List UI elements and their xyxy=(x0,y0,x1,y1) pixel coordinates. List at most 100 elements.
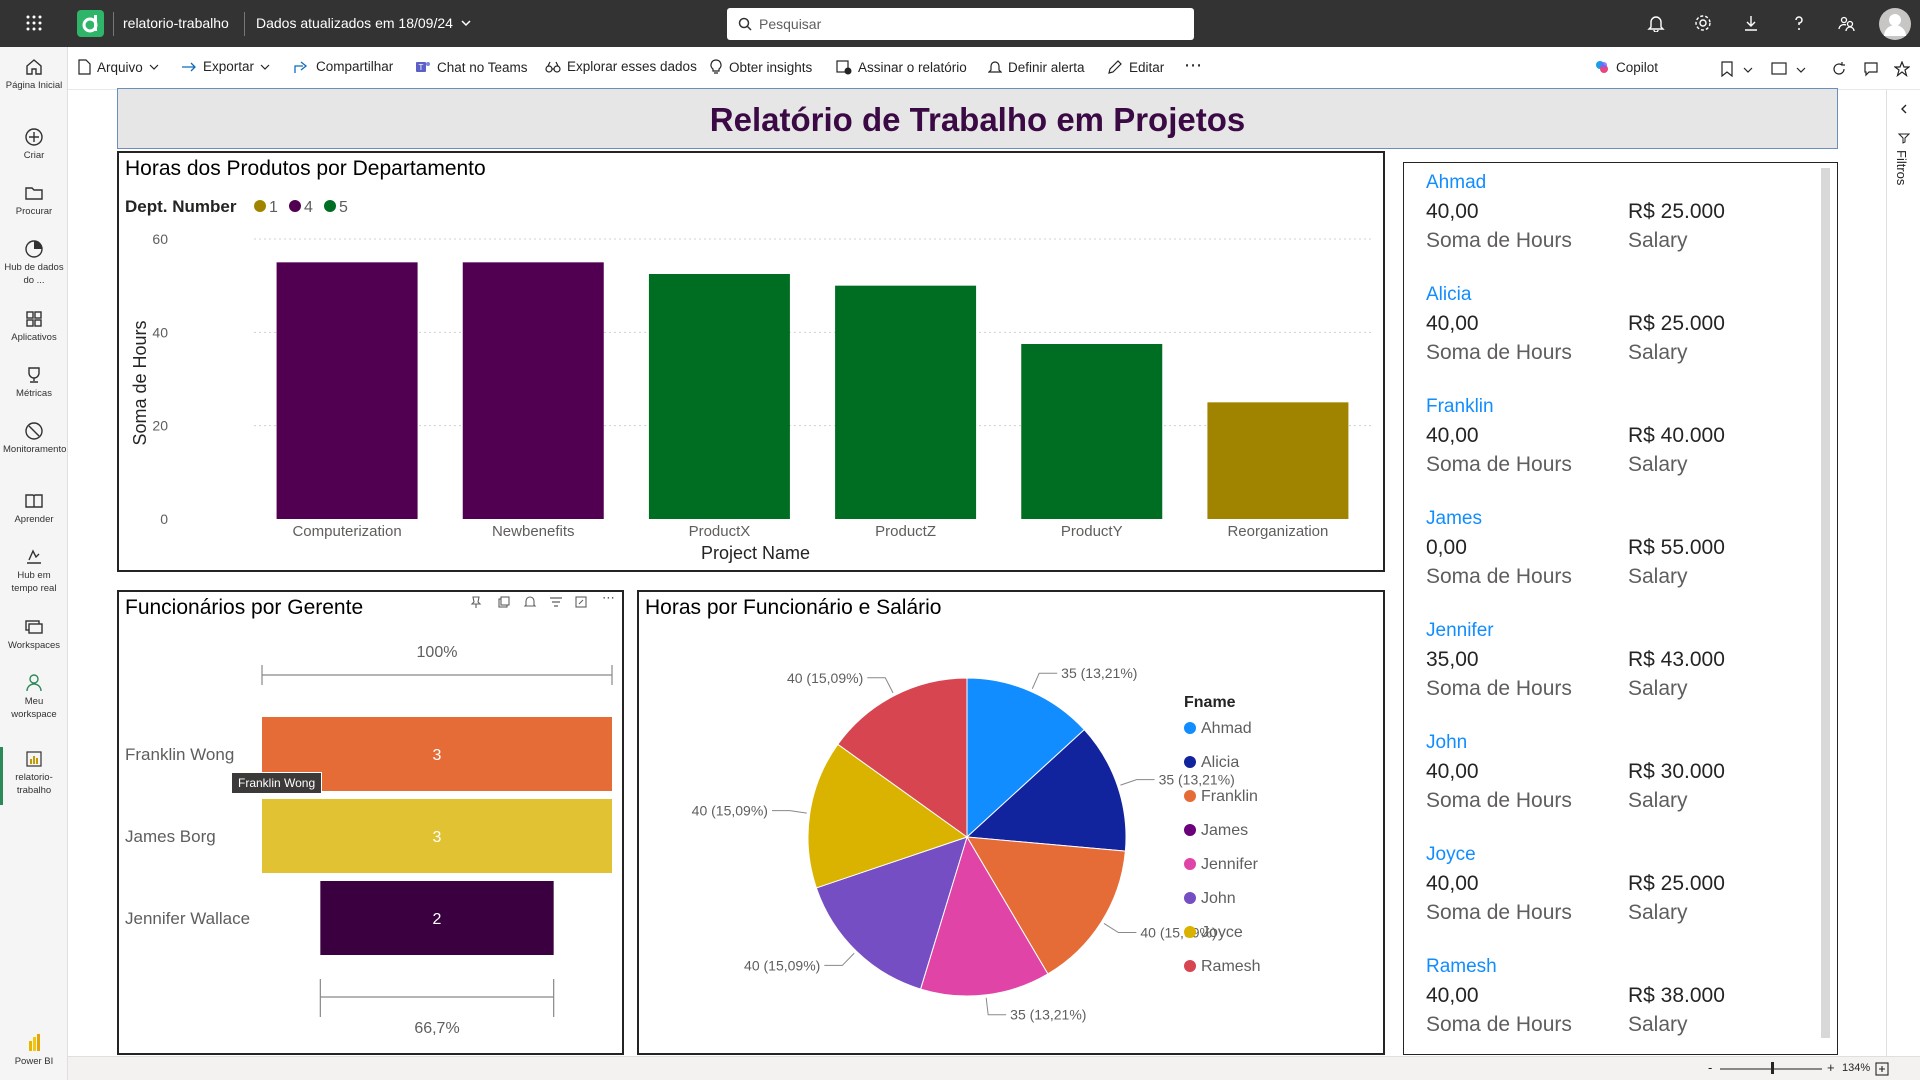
legend-marker[interactable] xyxy=(324,200,336,212)
bar-productx[interactable] xyxy=(648,274,790,519)
nav-metrics[interactable]: Métricas xyxy=(0,365,68,400)
funnel-chart-panel[interactable]: Funcionários por Gerente ⋯ 100% 3 Franklin… xyxy=(117,590,624,1055)
card-hours-label: Soma de Hours xyxy=(1426,229,1572,252)
funnel-chart[interactable]: 100% 3 Franklin Wong 3 James Borg 2 Jennifer W… xyxy=(119,592,622,1053)
employee-card[interactable]: Alicia 40,00 R$ 25.000 Soma de Hours Salary xyxy=(1404,280,1814,388)
search-input[interactable]: Pesquisar xyxy=(727,8,1194,40)
employee-card[interactable]: Ahmad 40,00 R$ 25.000 Soma de Hours Salary xyxy=(1404,168,1814,276)
pie-leader-line xyxy=(824,952,855,966)
bar-chart[interactable]: Dept. Number 1 4 5 0 20 40 60 Soma de Hours Compu… xyxy=(119,153,1383,570)
get-insights-button[interactable]: Obter insights xyxy=(709,59,812,75)
favorite-star-icon[interactable] xyxy=(1894,61,1910,77)
set-alert-button[interactable]: Definir alerta xyxy=(988,59,1085,75)
legend-label[interactable]: 1 xyxy=(269,199,278,216)
legend-marker[interactable] xyxy=(254,200,266,212)
legend-label[interactable]: 5 xyxy=(339,199,348,216)
tooltip: Franklin Wong xyxy=(231,772,323,794)
download-icon[interactable] xyxy=(1742,14,1760,32)
pie-legend-label[interactable]: Alicia xyxy=(1201,754,1239,771)
chevron-left-icon[interactable] xyxy=(1899,104,1909,114)
share-people-icon[interactable] xyxy=(1838,14,1856,32)
legend-marker[interactable] xyxy=(289,200,301,212)
app-launcher-icon[interactable] xyxy=(26,15,42,31)
nav-current-report[interactable]: relatorio-trabalho xyxy=(0,749,68,797)
pie-chart-panel[interactable]: Horas por Funcionário e Salário 35 (13,2… xyxy=(637,590,1385,1055)
pie-legend-label[interactable]: Franklin xyxy=(1201,788,1258,805)
share-button[interactable]: Compartilhar xyxy=(294,59,393,74)
copilot-button[interactable]: Copilot xyxy=(1594,59,1658,75)
employee-card[interactable]: John 40,00 R$ 30.000 Soma de Hours Salary xyxy=(1404,728,1814,836)
bookmark-icon[interactable] xyxy=(1720,61,1734,77)
export-icon xyxy=(182,62,196,71)
nav-monitoring[interactable]: Monitoramento xyxy=(0,421,68,456)
nav-powerbi[interactable]: Power BI xyxy=(0,1033,68,1068)
pie-legend-marker[interactable] xyxy=(1184,926,1196,938)
nav-data-hub[interactable]: Hub de dados do ... xyxy=(0,239,68,287)
bell-icon[interactable] xyxy=(1647,14,1665,32)
edit-button[interactable]: Editar xyxy=(1107,59,1164,75)
pie-legend-label[interactable]: Ramesh xyxy=(1201,958,1261,975)
nav-apps[interactable]: Aplicativos xyxy=(0,309,68,344)
chevron-down-icon[interactable] xyxy=(461,20,471,28)
nav-workspaces[interactable]: Workspaces xyxy=(0,617,68,652)
zoom-slider-thumb[interactable] xyxy=(1771,1062,1774,1074)
refresh-icon[interactable] xyxy=(1831,61,1847,77)
explore-data-button[interactable]: Explorar esses dados xyxy=(545,59,697,74)
subscribe-report-button[interactable]: Assinar o relatório xyxy=(836,59,967,75)
employee-card[interactable]: Jennifer 35,00 R$ 43.000 Soma de Hours Salar… xyxy=(1404,616,1814,724)
file-menu-button[interactable]: Arquivo xyxy=(77,59,159,75)
pie-legend-marker[interactable] xyxy=(1184,824,1196,836)
pie-legend-label[interactable]: Jennifer xyxy=(1201,856,1259,873)
pie-legend-label[interactable]: Ahmad xyxy=(1201,720,1252,737)
bar-producty[interactable] xyxy=(1021,344,1163,519)
nav-learn[interactable]: Aprender xyxy=(0,491,68,526)
employee-cards-panel[interactable]: Ahmad 40,00 R$ 25.000 Soma de Hours Salary Al… xyxy=(1403,162,1838,1055)
teams-chat-button[interactable]: T Chat no Teams xyxy=(415,59,528,75)
pie-legend-label[interactable]: John xyxy=(1201,890,1236,907)
pie-chart[interactable]: 35 (13,21%) 35 (13,21%) 40 (15,09%) 35 (13,… xyxy=(639,592,1383,1053)
data-updated[interactable]: Dados atualizados em 18/09/24 xyxy=(256,15,453,31)
nav-create[interactable]: Criar xyxy=(0,127,68,162)
bar-newbenefits[interactable] xyxy=(462,262,604,519)
zoom-out-button[interactable]: - xyxy=(1708,1060,1712,1075)
chevron-down-icon[interactable] xyxy=(1796,66,1806,74)
pie-legend-marker[interactable] xyxy=(1184,858,1196,870)
view-icon[interactable] xyxy=(1771,62,1787,75)
nav-home[interactable]: Página Inicial xyxy=(0,57,68,92)
nav-browse[interactable]: Procurar xyxy=(0,183,68,218)
pie-legend-label[interactable]: James xyxy=(1201,822,1248,839)
export-button[interactable]: Exportar xyxy=(181,59,270,74)
pie-legend-marker[interactable] xyxy=(1184,960,1196,972)
gear-icon[interactable] xyxy=(1694,14,1712,32)
more-options-icon[interactable]: ⋯ xyxy=(1184,55,1202,76)
pie-legend-marker[interactable] xyxy=(1184,722,1196,734)
comment-icon[interactable] xyxy=(1863,61,1879,77)
nav-realtime[interactable]: Hub em tempo real xyxy=(0,547,68,595)
filters-pane[interactable]: Filtros xyxy=(1886,90,1920,1056)
card-salary-label: Salary xyxy=(1628,341,1688,364)
employee-card[interactable]: Franklin 40,00 R$ 40.000 Soma de Hours Salar… xyxy=(1404,392,1814,500)
employee-card[interactable]: Ramesh 40,00 R$ 38.000 Soma de Hours Salary xyxy=(1404,952,1814,1060)
bar-chart-panel[interactable]: Horas dos Produtos por Departamento Dept… xyxy=(117,151,1385,572)
pie-legend-marker[interactable] xyxy=(1184,892,1196,904)
employee-card[interactable]: Joyce 40,00 R$ 25.000 Soma de Hours Salary xyxy=(1404,840,1814,948)
employee-card[interactable]: James 0,00 R$ 55.000 Soma de Hours Salary xyxy=(1404,504,1814,612)
zoom-in-button[interactable]: + xyxy=(1827,1060,1835,1075)
help-icon[interactable] xyxy=(1790,14,1808,32)
pie-legend-label[interactable]: Joyce xyxy=(1201,924,1243,941)
legend-label[interactable]: 4 xyxy=(304,199,313,216)
avatar[interactable] xyxy=(1879,8,1911,40)
zoom-level[interactable]: 134% xyxy=(1842,1062,1870,1074)
workspace-logo[interactable] xyxy=(77,10,104,37)
report-icon xyxy=(26,751,42,767)
pie-legend-marker[interactable] xyxy=(1184,790,1196,802)
fit-page-icon[interactable] xyxy=(1875,1062,1889,1076)
chevron-down-icon[interactable] xyxy=(1743,66,1753,74)
bar-computerization[interactable] xyxy=(276,262,418,519)
bar-productz[interactable] xyxy=(835,285,977,519)
nav-my-workspace[interactable]: Meu workspace xyxy=(0,673,68,721)
pie-legend-marker[interactable] xyxy=(1184,756,1196,768)
app-name[interactable]: relatorio-trabalho xyxy=(123,15,229,31)
scrollbar[interactable] xyxy=(1821,168,1830,1038)
bar-reorganization[interactable] xyxy=(1207,402,1349,519)
